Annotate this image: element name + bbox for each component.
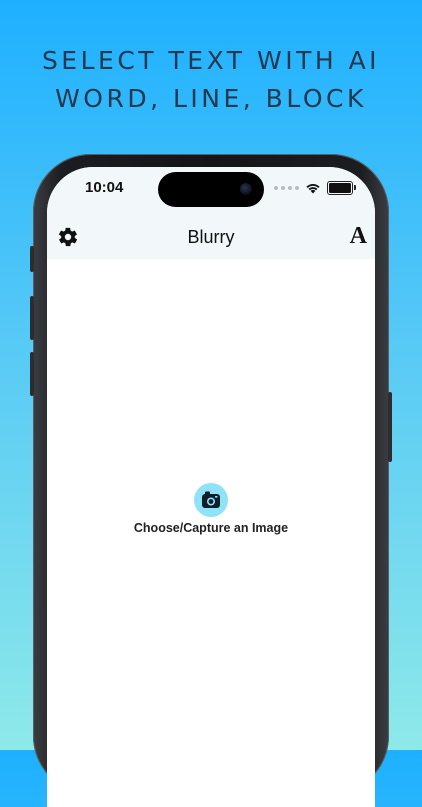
camera-icon <box>202 491 220 508</box>
phone-side-button-silent <box>30 246 34 272</box>
phone-side-button-volume-down <box>30 352 34 396</box>
battery-icon <box>327 181 356 195</box>
app-title: Blurry <box>187 227 235 247</box>
top-area: 10:04 Blurry A <box>47 167 375 259</box>
front-camera-icon <box>240 183 252 195</box>
promo-headline: SELECT TEXT WITH AI WORD, LINE, BLOCK <box>0 42 422 118</box>
phone-side-button-volume-up <box>30 296 34 340</box>
navigation-bar: Blurry A <box>47 219 375 259</box>
wifi-icon <box>306 183 320 194</box>
cellular-signal-icon <box>274 186 299 190</box>
camera-button-circle[interactable] <box>194 483 228 517</box>
font-icon[interactable]: A <box>350 223 367 250</box>
phone-screen: 10:04 Blurry A Choose/Capture an Image <box>47 167 375 807</box>
phone-side-button-power <box>388 392 392 462</box>
choose-capture-image-button[interactable]: Choose/Capture an Image <box>47 483 375 535</box>
choose-capture-label: Choose/Capture an Image <box>133 521 289 535</box>
headline-line-1: SELECT TEXT WITH AI <box>41 46 381 75</box>
dynamic-island <box>158 172 264 207</box>
headline-line-2: WORD, LINE, BLOCK <box>55 84 367 113</box>
status-time: 10:04 <box>85 179 124 196</box>
status-icons <box>274 181 356 195</box>
